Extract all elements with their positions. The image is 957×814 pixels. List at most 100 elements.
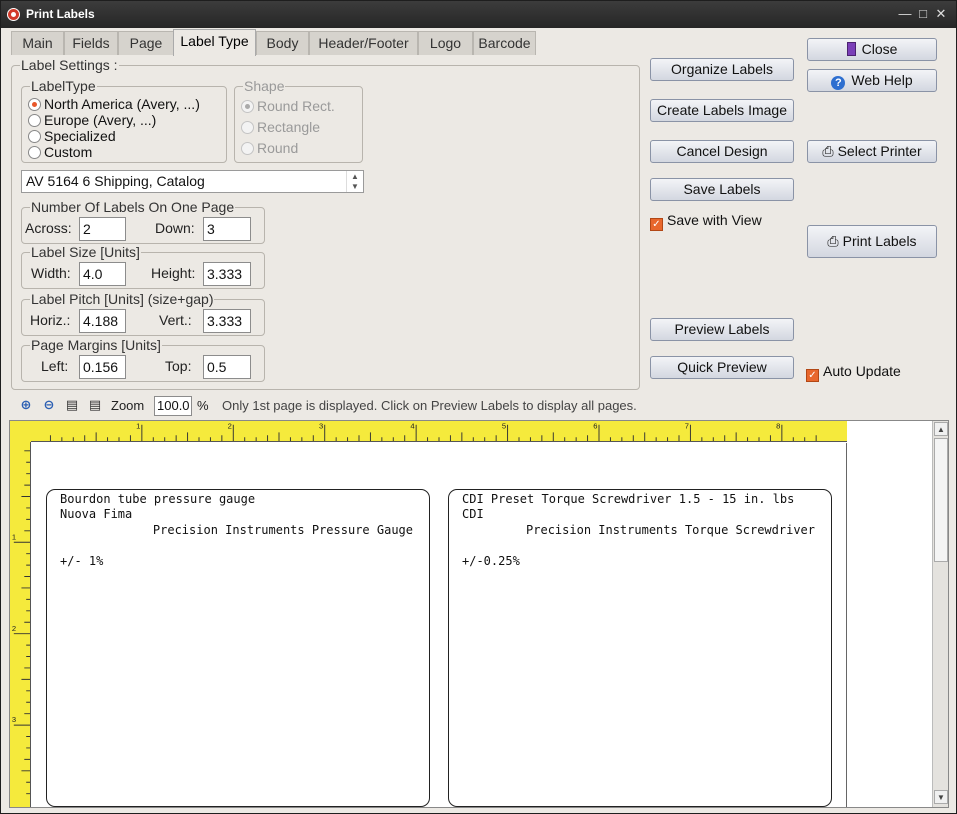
label-line-2: CDI bbox=[462, 507, 484, 521]
number-of-labels-legend: Number Of Labels On One Page bbox=[31, 199, 235, 215]
zoom-input[interactable]: 100.0 bbox=[154, 396, 192, 416]
horizontal-ruler: 1 2 3 4 5 6 7 8 bbox=[31, 421, 847, 442]
close-icon[interactable]: ✕ bbox=[933, 6, 949, 22]
spin-arrows-icon[interactable]: ▲ ▼ bbox=[346, 171, 363, 192]
label-template-value: AV 5164 6 Shipping, Catalog bbox=[26, 173, 205, 189]
preview-info-text: Only 1st page is displayed. Click on Pre… bbox=[222, 398, 637, 413]
tab-page[interactable]: Page bbox=[118, 31, 174, 55]
save-with-view-checkbox[interactable]: ✓ Save with View bbox=[650, 212, 762, 231]
tab-barcode[interactable]: Barcode bbox=[473, 31, 536, 55]
checkbox-checked-icon: ✓ bbox=[806, 369, 819, 382]
quick-preview-button[interactable]: Quick Preview bbox=[650, 356, 794, 379]
zoom-out-icon[interactable]: ⊖ bbox=[40, 396, 58, 414]
radio-icon bbox=[28, 130, 41, 143]
title-bar: Print Labels — □ ✕ bbox=[1, 1, 956, 28]
scroll-down-icon[interactable]: ▼ bbox=[934, 790, 948, 804]
radio-checked-icon bbox=[241, 100, 254, 113]
ruler-number: 2 bbox=[228, 422, 232, 431]
radio-specialized[interactable]: Specialized bbox=[28, 128, 116, 144]
select-printer-button[interactable]: ⎙ Select Printer bbox=[807, 140, 937, 163]
tab-header-footer[interactable]: Header/Footer bbox=[309, 31, 418, 55]
tab-logo[interactable]: Logo bbox=[418, 31, 473, 55]
ruler-number: 3 bbox=[12, 715, 16, 724]
radio-label: Specialized bbox=[44, 128, 116, 144]
maximize-icon[interactable]: □ bbox=[915, 6, 931, 22]
select-printer-label: Select Printer bbox=[837, 143, 922, 159]
label-line-1: CDI Preset Torque Screwdriver 1.5 - 15 i… bbox=[462, 492, 795, 506]
save-labels-button[interactable]: Save Labels bbox=[650, 178, 794, 201]
close-button[interactable]: Close bbox=[807, 38, 937, 61]
width-input[interactable]: 4.0 bbox=[79, 262, 126, 286]
vert-input[interactable]: 3.333 bbox=[203, 309, 251, 333]
radio-custom[interactable]: Custom bbox=[28, 144, 92, 160]
cancel-design-button[interactable]: Cancel Design bbox=[650, 140, 794, 163]
print-labels-button[interactable]: ⎙ Print Labels bbox=[807, 225, 937, 258]
radio-label: Round bbox=[257, 140, 299, 156]
ruler-corner bbox=[10, 421, 31, 442]
scroll-up-icon[interactable]: ▲ bbox=[934, 422, 948, 436]
label-line-3: Precision Instruments Pressure Gauge bbox=[152, 523, 413, 537]
label-card[interactable]: CDI Preset Torque Screwdriver 1.5 - 15 i… bbox=[448, 489, 832, 807]
radio-label: Round Rect. bbox=[257, 98, 335, 114]
radio-icon bbox=[28, 146, 41, 159]
ruler-number: 8 bbox=[776, 422, 780, 431]
label-line-4: +/- 1% bbox=[60, 554, 104, 568]
across-input[interactable]: 2 bbox=[79, 217, 126, 241]
ruler-number: 1 bbox=[12, 532, 16, 541]
ruler-number: 3 bbox=[319, 422, 323, 431]
vertical-ruler: 1 2 3 bbox=[10, 442, 31, 807]
help-icon: ? bbox=[831, 76, 846, 90]
radio-rectangle[interactable]: Rectangle bbox=[241, 119, 320, 135]
top-margin-input[interactable]: 0.5 bbox=[203, 355, 251, 379]
scroll-thumb[interactable] bbox=[934, 438, 948, 562]
tab-fields[interactable]: Fields bbox=[64, 31, 118, 55]
label-settings-legend: Label Settings : bbox=[21, 57, 118, 73]
left-margin-label: Left: bbox=[41, 358, 69, 374]
web-help-label: Web Help bbox=[851, 72, 913, 88]
radio-round[interactable]: Round bbox=[241, 140, 298, 156]
ruler-number: 4 bbox=[410, 422, 415, 431]
minimize-icon[interactable]: — bbox=[897, 6, 913, 22]
window-title: Print Labels bbox=[26, 7, 95, 21]
label-line-2: Nuova Fima bbox=[60, 507, 133, 521]
horiz-input[interactable]: 4.188 bbox=[79, 309, 126, 333]
fit-page-icon[interactable]: ▤ bbox=[63, 396, 81, 414]
tab-label-type[interactable]: Label Type bbox=[173, 29, 256, 56]
down-input[interactable]: 3 bbox=[203, 217, 251, 241]
tab-main[interactable]: Main bbox=[11, 31, 64, 55]
zoom-in-icon[interactable]: ⊕ bbox=[17, 396, 35, 414]
label-line-1: Bourdon tube pressure gauge bbox=[60, 492, 256, 506]
radio-icon bbox=[241, 142, 254, 155]
vertical-scrollbar[interactable]: ▲ ▼ bbox=[932, 421, 948, 807]
label-type-legend: LabelType bbox=[31, 78, 96, 94]
radio-label: Rectangle bbox=[257, 119, 321, 135]
width-label: Width: bbox=[31, 265, 71, 281]
page-icon[interactable]: ▤ bbox=[86, 396, 104, 414]
label-line-4: +/-0.25% bbox=[462, 554, 520, 568]
tab-body[interactable]: Body bbox=[256, 31, 309, 55]
ruler-number: 6 bbox=[593, 422, 597, 431]
auto-update-checkbox[interactable]: ✓ Auto Update bbox=[806, 363, 901, 382]
horiz-label: Horiz.: bbox=[30, 312, 71, 328]
web-help-button[interactable]: ? Web Help bbox=[807, 69, 937, 92]
radio-north-america[interactable]: North America (Avery, ...) bbox=[28, 96, 200, 112]
label-preview-area[interactable]: 1 2 3 4 5 6 7 8 1 2 3 Bourdon tube press… bbox=[9, 420, 949, 808]
create-labels-image-button[interactable]: Create Labels Image bbox=[650, 99, 794, 122]
radio-checked-icon bbox=[28, 98, 41, 111]
label-template-select[interactable]: AV 5164 6 Shipping, Catalog ▲ ▼ bbox=[21, 170, 364, 193]
label-card[interactable]: Bourdon tube pressure gauge Nuova Fima P… bbox=[46, 489, 430, 807]
radio-round-rect[interactable]: Round Rect. bbox=[241, 98, 335, 114]
print-labels-window: Print Labels — □ ✕ Main Fields Page Labe… bbox=[0, 0, 957, 814]
down-label: Down: bbox=[155, 220, 195, 236]
preview-labels-button[interactable]: Preview Labels bbox=[650, 318, 794, 341]
height-input[interactable]: 3.333 bbox=[203, 262, 251, 286]
page-margins-legend: Page Margins [Units] bbox=[31, 337, 161, 353]
radio-europe[interactable]: Europe (Avery, ...) bbox=[28, 112, 156, 128]
left-margin-input[interactable]: 0.156 bbox=[79, 355, 126, 379]
zoom-unit: % bbox=[197, 398, 209, 413]
label-pitch-legend: Label Pitch [Units] (size+gap) bbox=[31, 291, 214, 307]
organize-labels-button[interactable]: Organize Labels bbox=[650, 58, 794, 81]
height-label: Height: bbox=[151, 265, 196, 281]
app-icon bbox=[7, 8, 20, 21]
top-margin-label: Top: bbox=[165, 358, 192, 374]
